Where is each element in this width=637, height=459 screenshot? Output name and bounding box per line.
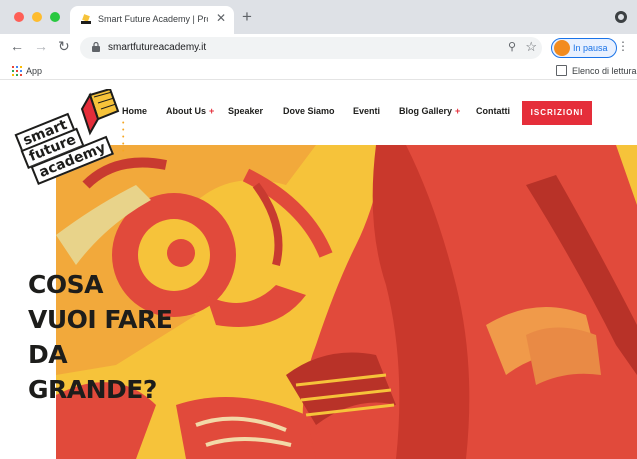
plus-icon: + bbox=[455, 106, 461, 116]
site-favicon-icon bbox=[81, 14, 91, 24]
logo-cube-icon bbox=[80, 89, 120, 136]
nav-item-speaker[interactable]: Speaker bbox=[228, 106, 263, 116]
zoom-icon[interactable]: ⚲ bbox=[508, 40, 516, 53]
address-bar[interactable]: smartfutureacademy.it ⚲ ☆ bbox=[80, 37, 542, 59]
star-icon[interactable]: ☆ bbox=[525, 39, 537, 55]
bookmarks-bar: App Elenco di lettura bbox=[0, 62, 637, 80]
browser-tab[interactable]: Smart Future Academy | Progr ✕ bbox=[70, 6, 234, 34]
hero-headline: COSA VUOI FARE DA GRANDE? bbox=[28, 267, 208, 407]
nav-item-eventi[interactable]: Eventi bbox=[353, 106, 380, 116]
browser-tab-bar: Smart Future Academy | Progr ✕ + bbox=[0, 0, 637, 34]
headline-line-2: VUOI FARE bbox=[28, 305, 173, 334]
site-logo[interactable]: smart future academy bbox=[14, 89, 136, 189]
forward-icon[interactable]: → bbox=[34, 39, 48, 53]
nav-item-home[interactable]: Home bbox=[122, 106, 147, 116]
nav-item-contatti[interactable]: Contatti bbox=[476, 106, 510, 116]
url-text: smartfutureacademy.it bbox=[108, 42, 207, 53]
avatar bbox=[554, 40, 570, 56]
headline-line-1: COSA bbox=[28, 270, 103, 299]
close-icon[interactable]: ✕ bbox=[216, 11, 226, 25]
maximize-window-button[interactable] bbox=[50, 12, 60, 22]
lock-icon bbox=[92, 42, 100, 52]
browser-toolbar: ← → ↻ smartfutureacademy.it ⚲ ☆ In pausa… bbox=[0, 34, 637, 62]
apps-bookmark[interactable]: App bbox=[26, 66, 42, 76]
profile-pause-button[interactable]: In pausa bbox=[551, 38, 617, 58]
tab-title: Smart Future Academy | Progr bbox=[98, 14, 208, 24]
new-tab-button[interactable]: + bbox=[242, 8, 252, 25]
close-window-button[interactable] bbox=[14, 12, 24, 22]
plus-icon: + bbox=[209, 106, 215, 116]
menu-kebab-icon[interactable]: ⋮ bbox=[617, 40, 629, 52]
iscrizioni-button[interactable]: ISCRIZIONI bbox=[522, 101, 592, 125]
web-page: smart future academy Home • • • • • Abou… bbox=[0, 81, 637, 459]
nav-item-blog-gallery[interactable]: Blog Gallery + bbox=[399, 106, 460, 116]
reading-list-button[interactable]: Elenco di lettura bbox=[572, 66, 637, 76]
profile-icon[interactable] bbox=[615, 11, 627, 23]
reload-icon[interactable]: ↻ bbox=[58, 39, 70, 53]
reading-list-icon[interactable] bbox=[556, 65, 567, 76]
headline-line-4: GRANDE? bbox=[28, 375, 157, 404]
headline-line-3: DA bbox=[28, 340, 68, 369]
nav-item-dove-siamo[interactable]: Dove Siamo bbox=[283, 106, 335, 116]
apps-grid-icon[interactable] bbox=[12, 66, 22, 76]
back-icon[interactable]: ← bbox=[10, 39, 24, 53]
minimize-window-button[interactable] bbox=[32, 12, 42, 22]
home-active-indicator: • • • • • bbox=[122, 120, 126, 155]
nav-item-about-us[interactable]: About Us + bbox=[166, 106, 214, 116]
pause-label: In pausa bbox=[573, 43, 608, 53]
